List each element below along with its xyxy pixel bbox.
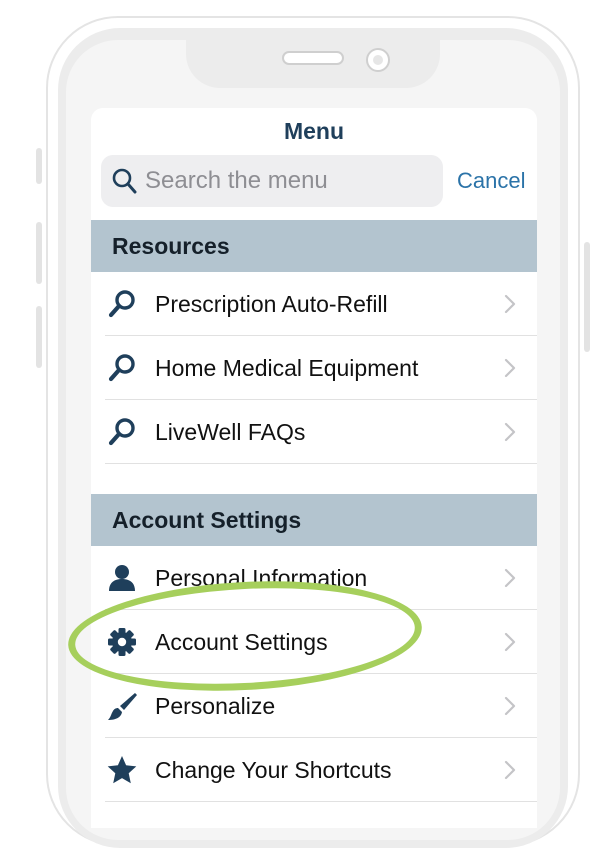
gear-icon [108, 628, 136, 656]
chevron-right-icon [504, 696, 516, 716]
cancel-button[interactable]: Cancel [457, 168, 525, 194]
menu-item-prescription-auto-refill[interactable]: Prescription Auto-Refill [91, 272, 537, 336]
paintbrush-icon [108, 693, 137, 720]
menu-item-account-settings[interactable]: Account Settings [91, 610, 537, 674]
search-icon [112, 168, 137, 194]
chevron-right-icon [504, 760, 516, 780]
chevron-right-icon [504, 422, 516, 442]
section-header-account-settings: Account Settings [91, 494, 537, 546]
search-icon [108, 418, 135, 446]
menu-item-livewell-faqs[interactable]: LiveWell FAQs [91, 400, 537, 464]
menu-item-personalize[interactable]: Personalize [91, 674, 537, 738]
section-title: Account Settings [112, 507, 302, 533]
star-icon [107, 756, 137, 784]
chevron-right-icon [504, 632, 516, 652]
section-header-resources: Resources [91, 220, 537, 272]
phone-camera [366, 48, 390, 72]
menu-item-label: Personalize [155, 693, 276, 719]
menu-item-change-your-shortcuts[interactable]: Change Your Shortcuts [91, 738, 537, 802]
phone-side-button [36, 306, 42, 368]
page-title: Menu [283, 118, 345, 144]
menu-item-label: Account Settings [155, 629, 328, 655]
person-icon [109, 565, 135, 591]
phone-side-button [584, 242, 590, 352]
search-icon [108, 290, 135, 318]
menu-item-home-medical-equipment[interactable]: Home Medical Equipment [91, 336, 537, 400]
phone-side-button [36, 222, 42, 284]
menu-item-label: Prescription Auto-Refill [155, 291, 388, 317]
menu-item-label: Personal Information [155, 565, 368, 591]
chevron-right-icon [504, 568, 516, 588]
phone-speaker [282, 51, 344, 65]
menu-panel: Menu Search the menu Cancel Resources Pr… [91, 108, 537, 828]
menu-item-label: Home Medical Equipment [155, 355, 419, 381]
row-divider [105, 801, 537, 802]
section-title: Resources [112, 233, 230, 259]
search-input[interactable]: Search the menu [101, 155, 443, 207]
menu-item-label: Change Your Shortcuts [155, 757, 392, 783]
chevron-right-icon [504, 294, 516, 314]
menu-item-label: LiveWell FAQs [155, 419, 306, 445]
row-divider [105, 463, 537, 464]
section-spacer [91, 466, 537, 494]
search-placeholder: Search the menu [145, 167, 328, 194]
menu-item-personal-information[interactable]: Personal Information [91, 546, 537, 610]
chevron-right-icon [504, 358, 516, 378]
phone-side-button [36, 148, 42, 184]
search-icon [108, 354, 135, 382]
